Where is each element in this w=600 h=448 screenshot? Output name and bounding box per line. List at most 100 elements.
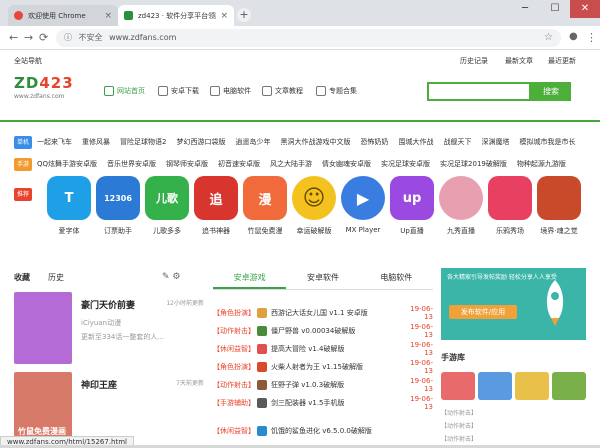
- category-link[interactable]: 初音速安卓版: [218, 159, 260, 169]
- app-tile[interactable]: 追追书神器: [191, 176, 241, 236]
- item-updated: 7天前更新: [176, 380, 204, 387]
- home-icon: [104, 86, 114, 96]
- app-name: 乐鸦秀场: [496, 227, 524, 235]
- list-item[interactable]: 【动作射击】 僵尸野兽 v0.00034破解版 19-06-13: [213, 323, 433, 339]
- list-item[interactable]: 【休闲益智】 饥饿的鲨鱼进化 v6.5.0.0破解版: [213, 424, 433, 437]
- back-icon[interactable]: ←: [9, 31, 18, 44]
- category-link[interactable]: QQ炫舞手游安卓版: [37, 159, 97, 169]
- app-tile[interactable]: 儿歌 儿歌多多: [142, 176, 192, 236]
- category-link[interactable]: 钢琴师安卓版: [166, 159, 208, 169]
- nav-android[interactable]: 安卓下载: [158, 86, 199, 96]
- category-link[interactable]: 重修风暴: [82, 137, 110, 147]
- latest-updates-link[interactable]: 最近更新: [548, 56, 576, 66]
- tab-android-games[interactable]: 安卓游戏: [213, 272, 287, 289]
- tab-android-software[interactable]: 安卓软件: [286, 272, 359, 289]
- nav-articles[interactable]: 文章教程: [262, 86, 303, 96]
- tab-history[interactable]: 历史: [48, 272, 64, 283]
- search-button[interactable]: 搜索: [531, 82, 571, 101]
- category-link[interactable]: 风之大陆手游: [270, 159, 312, 169]
- category-link[interactable]: 实况足球2019破解版: [440, 159, 507, 169]
- favorites-tabs: 收藏 历史: [14, 272, 82, 283]
- category-link[interactable]: 梦幻西游口袋版: [176, 137, 225, 147]
- game-thumb[interactable]: [441, 372, 475, 400]
- category-link[interactable]: 黑洞大作战游戏中文版: [280, 137, 350, 147]
- game-icon: [257, 397, 267, 408]
- category-link[interactable]: 围城大作战: [398, 137, 433, 147]
- game-thumb[interactable]: [515, 372, 549, 400]
- publish-button[interactable]: 发布软件/应用: [449, 305, 517, 319]
- game-icon: [257, 379, 267, 390]
- list-item[interactable]: 【手游辅助】 剑三配装器 v1.5手机版 19-06-13: [213, 395, 433, 411]
- maximize-button[interactable]: ☐: [540, 0, 570, 18]
- app-tile[interactable]: ▶ MX Player: [338, 176, 388, 234]
- top-links: 全站导航 历史记录 最新文章 最近更新: [0, 50, 600, 68]
- nav-home[interactable]: 网站首页: [104, 86, 145, 96]
- tab-welcome[interactable]: 欢迎使用 Chrome ×: [8, 5, 118, 26]
- category-lines: 【动作射击】 【动作射击】 【动作射击】: [441, 408, 477, 447]
- app-tile[interactable]: 乐鸦秀场: [485, 176, 535, 236]
- game-thumb[interactable]: [552, 372, 586, 400]
- category-line[interactable]: 【动作射击】: [441, 434, 477, 443]
- latest-articles-link[interactable]: 最新文章: [505, 56, 533, 66]
- category-link[interactable]: 物种起源九游版: [517, 159, 566, 169]
- game-thumb[interactable]: [478, 372, 512, 400]
- list-item[interactable]: 【角色扮演】 火柴人射者为王 v1.15破解版 19-06-13: [213, 359, 433, 375]
- star-icon[interactable]: ☆: [544, 29, 553, 47]
- app-tile[interactable]: 漫竹鼠免费漫: [240, 176, 290, 236]
- menu-icon[interactable]: ⋮: [586, 31, 597, 44]
- list-item[interactable]: 【休闲益智】 提高大冒险 v1.4破解版 19-06-13: [213, 341, 433, 357]
- category-link[interactable]: 一起来飞车: [37, 137, 72, 147]
- site-nav-link[interactable]: 全站导航: [14, 56, 42, 66]
- tab-zd423[interactable]: zd423 · 软件分享平台领跑者 ×: [118, 5, 234, 26]
- address-bar[interactable]: ⓘ 不安全 www.zdfans.com ☆: [56, 29, 561, 47]
- forward-icon[interactable]: →: [24, 31, 33, 44]
- app-tile[interactable]: 12306 订票助手: [93, 176, 143, 236]
- minimize-button[interactable]: ─: [510, 0, 540, 18]
- avatar-icon[interactable]: ●: [569, 31, 578, 42]
- app-tile[interactable]: T 爱字体: [44, 176, 94, 236]
- reload-icon[interactable]: ⟳: [39, 31, 48, 44]
- category-line[interactable]: 【动作射击】: [441, 421, 477, 430]
- tag-icon: [316, 86, 326, 96]
- app-name: 境界·魂之觉: [540, 227, 578, 235]
- search-input[interactable]: [427, 82, 531, 101]
- close-tab-icon[interactable]: ×: [104, 11, 112, 21]
- history-link[interactable]: 历史记录: [460, 56, 488, 66]
- game-icon: [257, 307, 267, 318]
- nav-pc-software[interactable]: 电脑软件: [210, 86, 251, 96]
- category-link[interactable]: 实况足球安卓版: [381, 159, 430, 169]
- play-icon: ▶: [341, 176, 385, 220]
- new-tab-button[interactable]: +: [237, 8, 251, 22]
- item-updated: 12小时前更新: [166, 300, 204, 307]
- app-tile[interactable]: ☺ 幸运破解版: [289, 176, 339, 236]
- close-tab-icon[interactable]: ×: [220, 11, 228, 21]
- tab-pc-software[interactable]: 电脑软件: [360, 272, 433, 289]
- list-item[interactable]: 【角色扮演】 西游记大话女儿国 v1.1 安卓版 19-06-13: [213, 305, 433, 321]
- publish-banner[interactable]: 各大精家引导发帖奖励 轻松分享人人享受 发布软件/应用: [441, 268, 586, 340]
- category-link[interactable]: 音乐世界安卓版: [107, 159, 156, 169]
- category-link[interactable]: 战舰天下: [443, 137, 471, 147]
- category-link[interactable]: 倩女幽魂安卓版: [322, 159, 371, 169]
- category-line[interactable]: 【动作射击】: [441, 408, 477, 417]
- category-link[interactable]: 逍遥岛少年: [235, 137, 270, 147]
- category-link[interactable]: 恐怖奶奶: [360, 137, 388, 147]
- edit-icon[interactable]: ✎: [162, 272, 170, 282]
- category-link[interactable]: 冒险足球物语2: [120, 137, 166, 147]
- category-link[interactable]: 模拟城市我是市长: [519, 137, 575, 147]
- list-item[interactable]: 豪门天价前妻 12小时前更新 iCiyuan动漫 更新至334话一整套的人...: [14, 292, 204, 368]
- nav-topics[interactable]: 专题合集: [316, 86, 357, 96]
- app-tile[interactable]: 境界·魂之觉: [534, 176, 584, 236]
- app-name: 幸运破解版: [296, 227, 332, 235]
- site-logo[interactable]: ZD423 www.zdfans.com: [14, 74, 92, 108]
- category-link[interactable]: 深渊魔塔: [481, 137, 509, 147]
- settings-icon[interactable]: ⚙: [172, 272, 180, 282]
- kids-songs-icon: 儿歌: [145, 176, 189, 220]
- app-tile[interactable]: up Up直播: [387, 176, 437, 236]
- list-item[interactable]: 【动作射击】 狂野子弹 v1.0.3破解版 19-06-13: [213, 377, 433, 393]
- close-window-button[interactable]: ✕: [570, 0, 600, 18]
- tab-favorites[interactable]: 收藏: [14, 272, 30, 283]
- info-icon[interactable]: ⓘ: [64, 33, 72, 42]
- app-tile[interactable]: 九秀直播: [436, 176, 486, 236]
- rocket-icon: [546, 280, 564, 326]
- category-row-single: 单机 一起来飞车 重修风暴 冒险足球物语2 梦幻西游口袋版 逍遥岛少年 黑洞大作…: [14, 134, 585, 150]
